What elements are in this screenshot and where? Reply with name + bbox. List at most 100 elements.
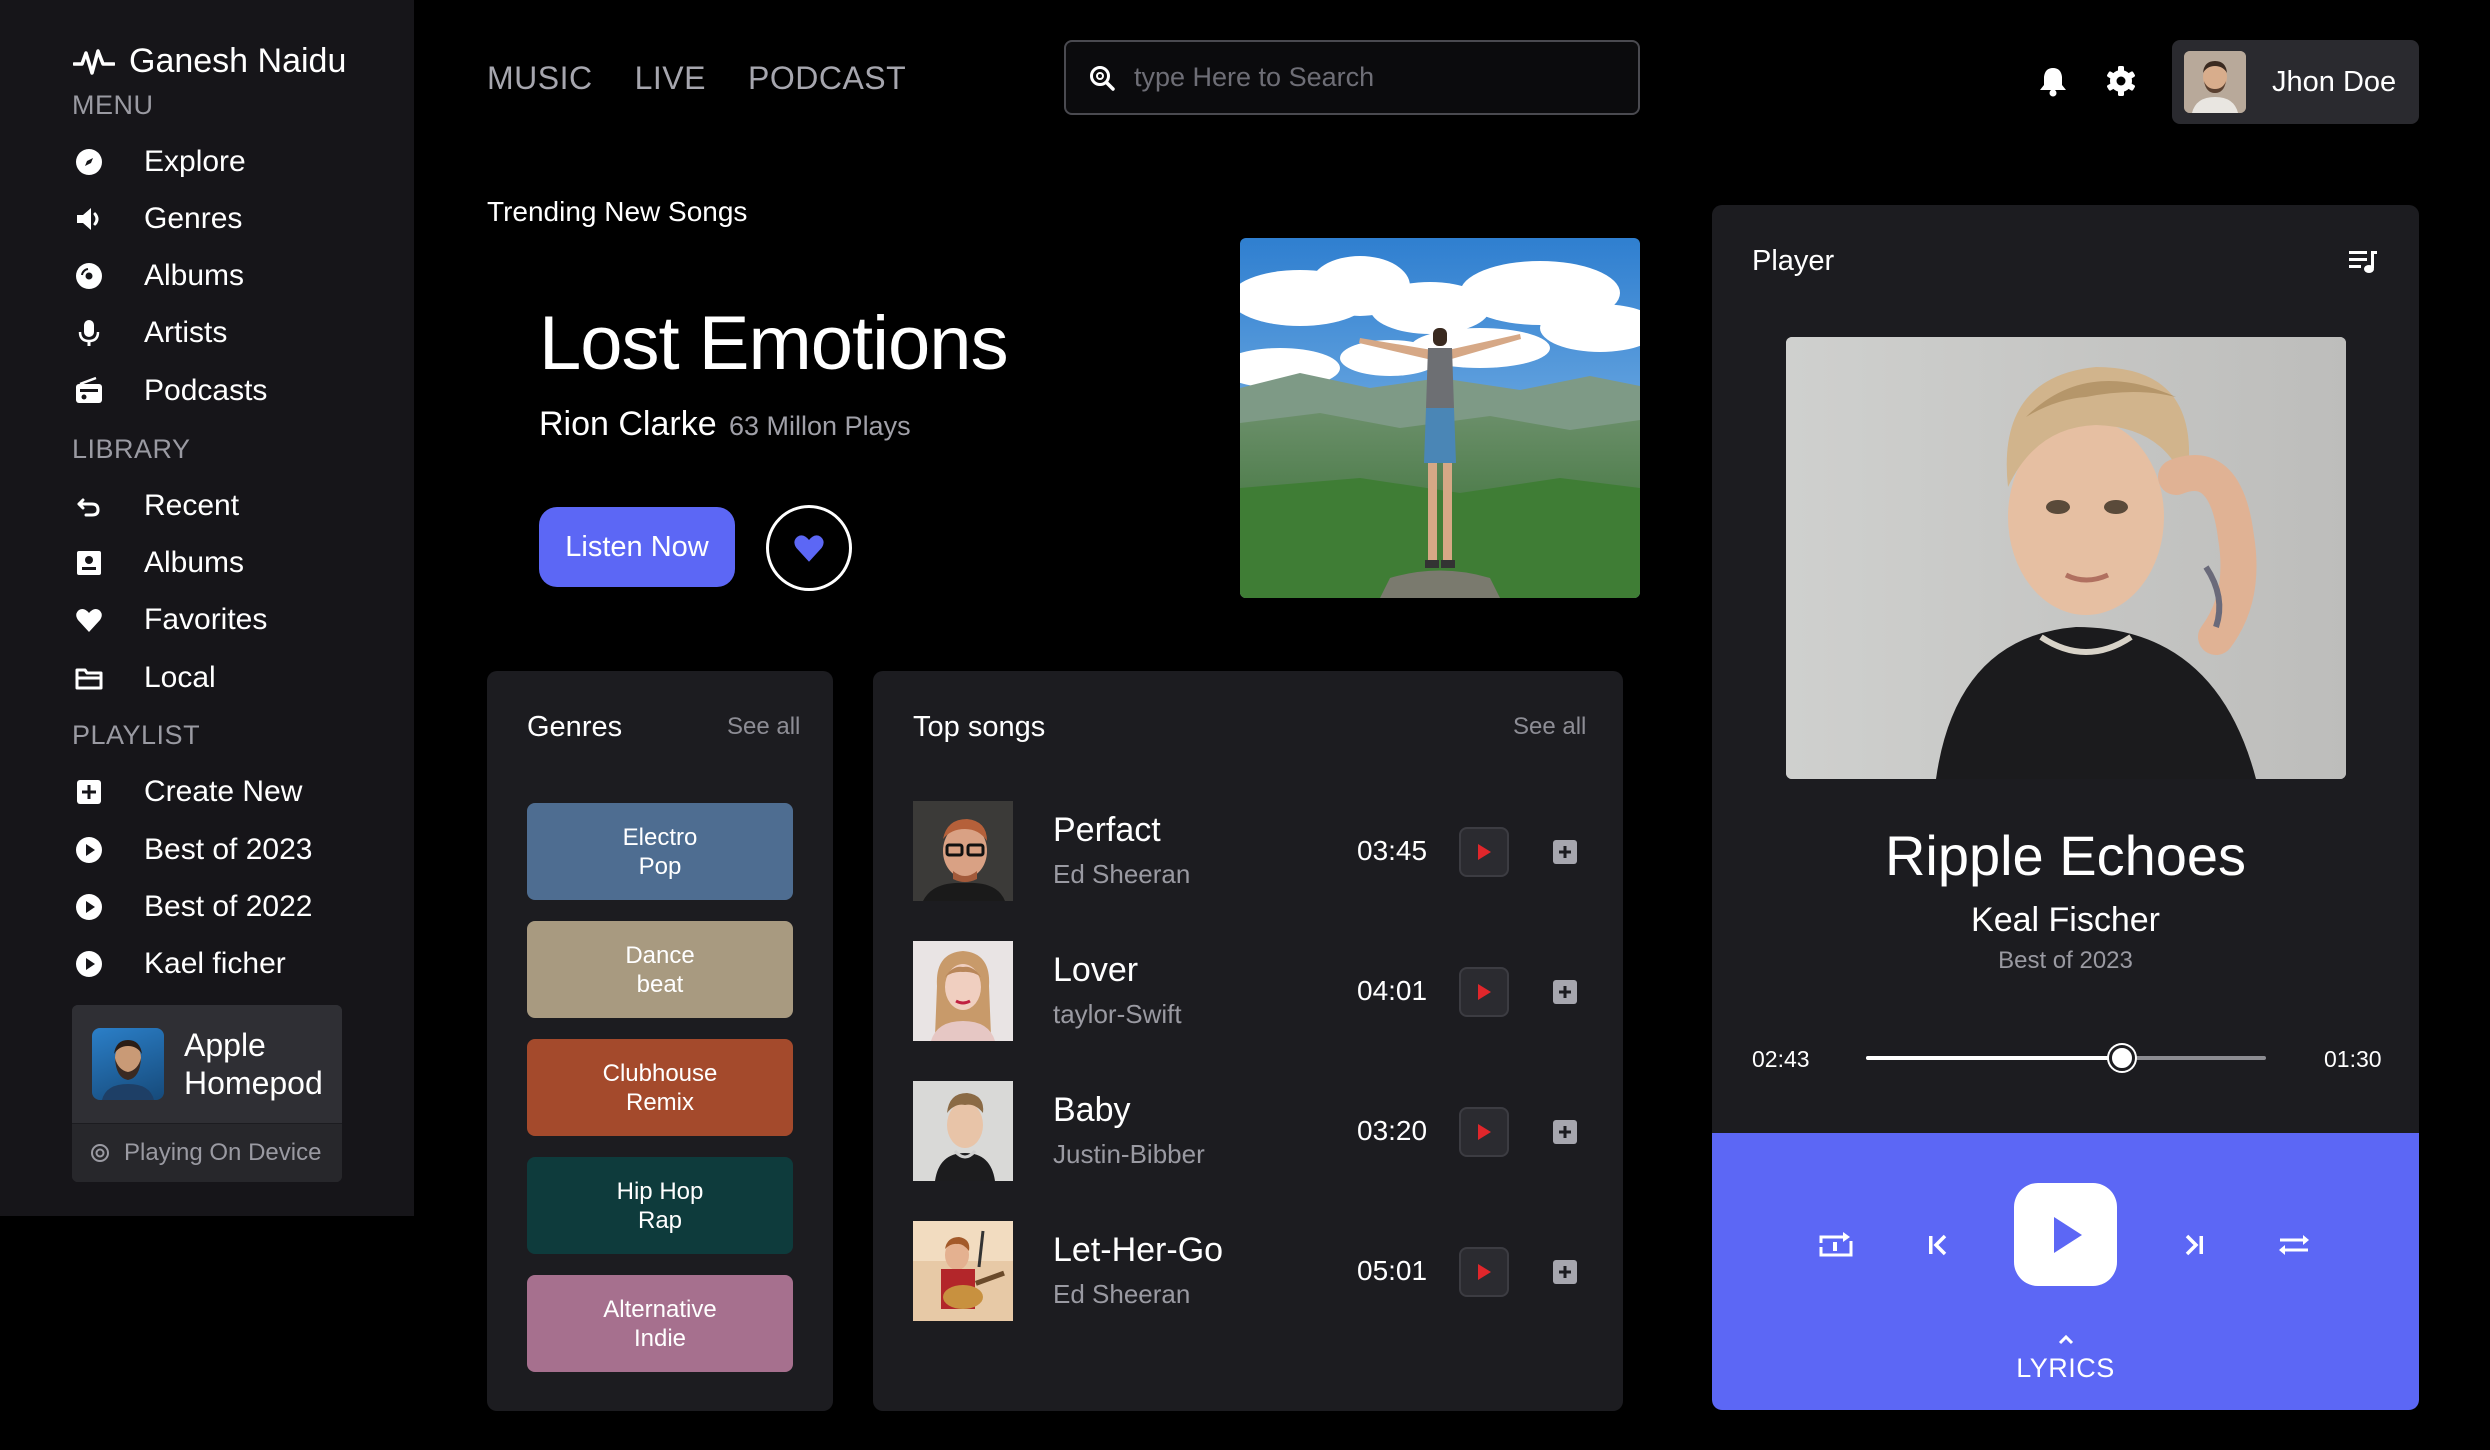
queue-list-icon[interactable]	[2348, 249, 2378, 275]
song-row[interactable]: Perfact Ed Sheeran 03:45	[913, 801, 1593, 905]
now-playing-album: Best of 2023	[1998, 947, 2133, 974]
sidebar-item-library-albums[interactable]: Albums	[72, 541, 244, 585]
sidebar-item-artists[interactable]: Artists	[72, 311, 227, 355]
song-thumbnail	[913, 1221, 1013, 1321]
elapsed-time: 02:43	[1752, 1046, 1810, 1072]
add-to-playlist-button[interactable]	[1553, 1120, 1577, 1144]
brand[interactable]: Ganesh Naidu	[73, 42, 346, 81]
sidebar-item-local[interactable]: Local	[72, 656, 216, 700]
device-status: Playing On Device	[72, 1123, 342, 1182]
shuffle-button[interactable]	[2274, 1225, 2314, 1265]
song-row[interactable]: Lover taylor-Swift 04:01	[913, 941, 1593, 1045]
sidebar-item-label: Create New	[144, 775, 303, 808]
now-playing-cover	[1786, 337, 2346, 779]
song-play-button[interactable]	[1459, 827, 1509, 877]
user-avatar	[2184, 51, 2246, 113]
genre-card-dance-beat[interactable]: Dance beat	[527, 921, 793, 1018]
song-play-button[interactable]	[1459, 967, 1509, 1017]
sidebar-item-best-of-2023[interactable]: Best of 2023	[72, 828, 312, 872]
user-profile-button[interactable]: Jhon Doe	[2172, 40, 2419, 124]
song-thumbnail	[913, 1081, 1013, 1181]
nav-link-live[interactable]: LIVE	[635, 60, 706, 97]
repeat-icon	[1819, 1232, 1853, 1257]
radio-icon	[72, 374, 106, 408]
play-circle-icon	[72, 947, 106, 981]
sidebar-item-favorites[interactable]: Favorites	[72, 598, 267, 642]
lyrics-toggle[interactable]: LYRICS	[1712, 1333, 2419, 1384]
add-to-playlist-button[interactable]	[1553, 840, 1577, 864]
pulse-logo-icon	[73, 48, 115, 75]
sidebar-item-recent[interactable]: Recent	[72, 484, 239, 528]
sidebar-item-kael-ficher[interactable]: Kael ficher	[72, 942, 286, 986]
previous-track-button[interactable]	[1918, 1225, 1958, 1265]
top-songs-see-all-link[interactable]: See all	[1513, 713, 1586, 741]
genre-card-alternative-indie[interactable]: Alternative Indie	[527, 1275, 793, 1372]
song-row[interactable]: Let-Her-Go Ed Sheeran 05:01	[913, 1221, 1593, 1325]
genres-title: Genres	[527, 711, 623, 743]
heart-icon	[72, 603, 106, 637]
sidebar-item-podcasts[interactable]: Podcasts	[72, 369, 267, 413]
plus-icon	[1559, 846, 1571, 858]
sidebar-item-genres[interactable]: Genres	[72, 197, 242, 241]
listen-now-button[interactable]: Listen Now	[539, 507, 735, 587]
sidebar-item-best-of-2022[interactable]: Best of 2022	[72, 885, 312, 929]
song-artist: Justin-Bibber	[1053, 1139, 1205, 1169]
search-bar	[1064, 40, 1640, 115]
player-title: Player	[1752, 245, 1835, 277]
song-title: Let-Her-Go	[1053, 1231, 1224, 1269]
now-playing-artist: Keal Fischer	[1971, 901, 2160, 939]
folder-icon	[72, 661, 106, 695]
sidebar-item-label: Best of 2023	[144, 833, 313, 866]
next-track-button[interactable]	[2174, 1225, 2214, 1265]
genre-card-clubhouse-remix[interactable]: Clubhouse Remix	[527, 1039, 793, 1136]
nav-link-music[interactable]: MUSIC	[487, 60, 593, 97]
chevron-up-icon	[2058, 1334, 2073, 1345]
skip-previous-icon	[1929, 1234, 1947, 1256]
play-icon	[1478, 1264, 1491, 1280]
device-card[interactable]: Apple Homepod Playing On Device	[72, 1005, 342, 1182]
genre-card-electro-pop[interactable]: Electro Pop	[527, 803, 793, 900]
play-pause-button[interactable]	[2014, 1183, 2117, 1286]
add-to-playlist-button[interactable]	[1553, 980, 1577, 1004]
sidebar-item-label: Explore	[144, 145, 246, 178]
library-section-label: LIBRARY	[72, 434, 191, 464]
device-info: Apple Homepod	[72, 1005, 342, 1123]
player-controls: LYRICS	[1712, 1133, 2419, 1410]
nav-link-podcast[interactable]: PODCAST	[748, 60, 906, 97]
song-duration: 04:01	[1357, 975, 1428, 1006]
add-to-playlist-button[interactable]	[1553, 1260, 1577, 1284]
player-panel: Player Ripple Echoes Keal Fischer Best o…	[1712, 205, 2419, 1410]
compass-icon	[72, 145, 106, 179]
genre-card-hip-hop-rap[interactable]: Hip Hop Rap	[527, 1157, 793, 1254]
song-duration: 03:20	[1357, 1115, 1428, 1146]
song-play-button[interactable]	[1459, 1247, 1509, 1297]
playlist-section-label: PLAYLIST	[72, 720, 201, 750]
song-title: Baby	[1053, 1091, 1131, 1129]
sidebar-item-label: Albums	[144, 259, 245, 292]
sidebar-item-albums[interactable]: Albums	[72, 254, 244, 298]
sidebar-item-create-new[interactable]: Create New	[72, 770, 302, 814]
play-circle-icon	[72, 833, 106, 867]
repeat-button[interactable]	[1816, 1225, 1856, 1265]
song-row[interactable]: Baby Justin-Bibber 03:20	[913, 1081, 1593, 1185]
sidebar-item-explore[interactable]: Explore	[72, 140, 246, 184]
user-name: Jhon Doe	[2272, 65, 2397, 98]
song-play-button[interactable]	[1459, 1107, 1509, 1157]
menu-section-label: MENU	[72, 90, 154, 120]
plus-square-icon	[72, 775, 106, 809]
speaker-icon	[72, 202, 106, 236]
sidebar-item-label: Genres	[144, 202, 243, 235]
progress-knob[interactable]	[2109, 1045, 2135, 1071]
progress-fill	[1866, 1056, 2122, 1060]
search-input[interactable]	[1134, 62, 1614, 93]
notification-bell-icon[interactable]	[2036, 64, 2070, 98]
progress-bar[interactable]	[1866, 1045, 2266, 1071]
genres-see-all-link[interactable]: See all	[727, 713, 800, 741]
skip-next-icon	[2185, 1234, 2203, 1256]
settings-gear-icon[interactable]	[2104, 64, 2138, 98]
device-name-line1: Apple	[184, 1027, 266, 1063]
favorite-button[interactable]	[766, 505, 852, 591]
sidebar-item-label: Albums	[144, 546, 245, 579]
sidebar-item-label: Best of 2022	[144, 890, 313, 923]
device-status-text: Playing On Device	[124, 1139, 322, 1166]
